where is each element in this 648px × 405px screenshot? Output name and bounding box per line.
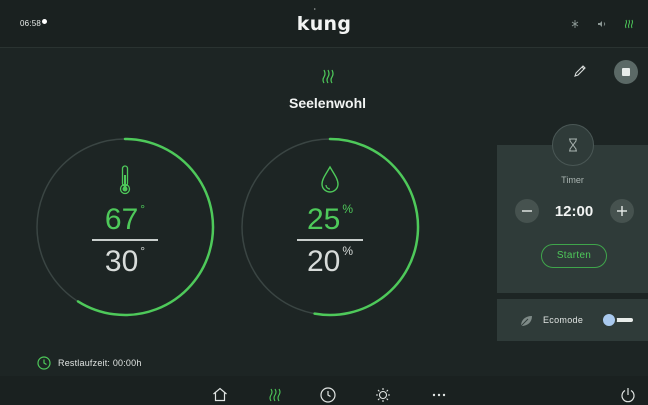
timer-label: Timer	[561, 175, 584, 185]
light-icon	[376, 388, 390, 402]
humidity-target-value: 25	[306, 203, 341, 236]
temperature-target-unit: °	[140, 202, 146, 216]
hourglass-icon	[569, 138, 577, 152]
nav-home[interactable]	[212, 387, 228, 402]
status-icons	[570, 19, 634, 29]
power-icon	[621, 388, 635, 403]
program-name: Seelenwohl	[288, 95, 367, 111]
ecomode-label: Ecomode	[543, 315, 584, 325]
droplet-icon-wrap	[240, 165, 420, 195]
power-button[interactable]	[620, 387, 636, 403]
humidity-actual-unit: %	[342, 244, 354, 258]
program-icon-wrap	[0, 68, 648, 84]
home-icon	[213, 387, 227, 402]
ecomode-toggle[interactable]	[601, 312, 635, 328]
humidity-target: 25%	[240, 203, 420, 235]
plus-icon	[617, 206, 627, 216]
top-bar: 06:58 ku ˙ ng	[0, 0, 648, 48]
clock-icon	[37, 356, 51, 370]
heat-waves-icon	[625, 19, 633, 29]
nav-programs[interactable]	[268, 387, 282, 402]
temperature-target-value: 67	[104, 203, 139, 236]
leaf-icon	[520, 316, 532, 327]
brand-logo: ku ˙ ng	[296, 8, 352, 35]
remaining-time-text: Restlaufzeit: 00:00h	[58, 358, 142, 368]
humidity-gauge[interactable]: 25% 20%	[240, 137, 420, 317]
leaf-icon-wrap	[519, 314, 533, 332]
droplet-icon	[321, 165, 339, 193]
divider	[92, 239, 158, 241]
bluetooth-icon	[571, 20, 579, 28]
minus-icon	[522, 210, 532, 212]
temperature-gauge[interactable]: 67 ° 30 °	[35, 137, 215, 317]
timer-increase-button[interactable]	[610, 199, 634, 223]
heat-waves-icon	[321, 69, 334, 84]
humidity-actual: 20%	[240, 245, 420, 277]
volume-icon	[598, 21, 606, 27]
nav-timer[interactable]	[320, 387, 336, 403]
start-button[interactable]: Starten	[541, 244, 607, 268]
humidity-target-unit: %	[342, 202, 354, 216]
stop-icon	[622, 68, 630, 76]
thermometer-icon-wrap	[35, 165, 215, 195]
more-icon	[432, 393, 446, 397]
remaining-time: Restlaufzeit: 00:00h	[37, 356, 142, 370]
temperature-actual-value: 30	[104, 245, 139, 278]
divider	[297, 239, 363, 241]
stop-button[interactable]	[614, 60, 638, 84]
nav-light[interactable]	[375, 387, 391, 403]
temperature-target: 67 °	[35, 203, 215, 235]
timer-value: 12:00	[554, 203, 594, 220]
clock-icon	[320, 387, 336, 403]
toggle-knob	[601, 312, 617, 328]
timer-icon-circle	[552, 124, 594, 166]
nav-more[interactable]	[432, 387, 446, 403]
thermometer-icon	[119, 165, 131, 195]
heat-waves-icon	[269, 388, 281, 402]
pencil-icon	[574, 65, 586, 77]
humidity-actual-value: 20	[306, 245, 341, 278]
timer-decrease-button[interactable]	[515, 199, 539, 223]
edit-button[interactable]	[572, 63, 588, 84]
temperature-actual: 30 °	[35, 245, 215, 277]
temperature-actual-unit: °	[140, 244, 146, 258]
